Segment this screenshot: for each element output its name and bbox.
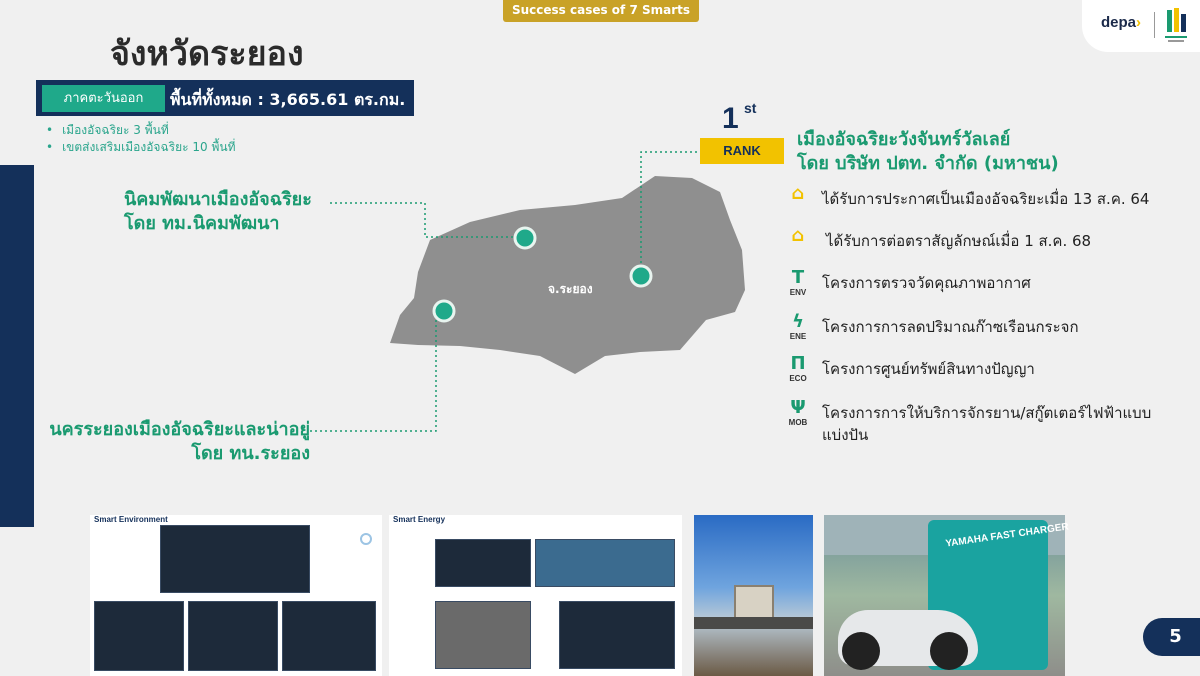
mob-icon: Ψ MOB: [788, 397, 808, 428]
city-line: โดย บริษัท ปตท. จำกัด (มหาชน): [797, 153, 1059, 174]
item-row: Ψ MOB โครงการการให้บริการจักรยาน/สกู๊ตเตอ…: [786, 398, 1176, 446]
city-line: เมืองอัจฉริยะวังจันทร์วัลเลย์: [797, 129, 1011, 150]
callout-line: โดย ทม.นิคมพัฒนา: [124, 213, 280, 234]
callout-rayong-city: นครระยองเมืองอัจฉริยะและน่าอยู่ โดย ทน.ร…: [42, 418, 310, 466]
item-row: ⌂ ได้รับการประกาศเป็นเมืองอัจฉริยะเมื่อ …: [786, 184, 1176, 218]
smart-environment-screenshot: Smart Environment: [90, 515, 382, 676]
item-text: ได้รับการต่อตราสัญลักษณ์เมื่อ 1 ส.ค. 68: [826, 232, 1092, 250]
scooter-wheel: [842, 632, 880, 670]
item-text: ได้รับการประกาศเป็นเมืองอัจฉริยะเมื่อ 13…: [822, 190, 1150, 208]
item-text: โครงการการลดปริมาณก๊าซเรือนกระจก: [822, 318, 1079, 336]
province-label: จ.ระยอง: [548, 282, 593, 296]
eco-icon: Π ECO: [789, 353, 807, 384]
callout-line: นครระยองเมืองอัจฉริยะและน่าอยู่: [49, 419, 310, 440]
item-text: โครงการตรวจวัดคุณภาพอากาศ: [822, 274, 1031, 292]
callout-line: นิคมพัฒนาเมืองอัจฉริยะ: [124, 189, 312, 210]
thumb-title: Smart Energy: [393, 515, 446, 524]
rank-number: 1: [722, 102, 739, 135]
ranked-city: เมืองอัจฉริยะวังจันทร์วัลเลย์ โดย บริษัท…: [797, 128, 1059, 176]
thumb-title: Smart Environment: [94, 515, 168, 524]
map-marker: [629, 264, 653, 288]
item-text: โครงการศูนย์ทรัพย์สินทางปัญญา: [822, 360, 1035, 378]
env-icon: T ENV: [789, 267, 807, 298]
scooter-wheel: [930, 632, 968, 670]
callout-nikom: นิคมพัฒนาเมืองอัจฉริยะ โดย ทม.นิคมพัฒนา: [124, 188, 312, 236]
page-number: 5: [1143, 618, 1200, 656]
item-row: ϟ ENE โครงการการลดปริมาณก๊าซเรือนกระจก: [786, 312, 1176, 346]
item-row: ⌂ ได้รับการต่อตราสัญลักษณ์เมื่อ 1 ส.ค. 6…: [786, 226, 1176, 260]
smart-energy-screenshot: Smart Energy: [389, 515, 682, 676]
item-text: โครงการการให้บริการจักรยาน/สกู๊ตเตอร์ไฟฟ…: [822, 404, 1152, 444]
map-marker: [513, 226, 537, 250]
map-marker: [432, 299, 456, 323]
rank-suffix: st: [744, 100, 757, 116]
callout-line: โดย ทน.ระยอง: [191, 443, 310, 464]
rank-badge: RANK: [700, 138, 784, 164]
item-row: T ENV โครงการตรวจวัดคุณภาพอากาศ: [786, 268, 1176, 302]
smart-city-icon: ⌂: [791, 183, 805, 204]
ene-icon: ϟ ENE: [789, 311, 807, 342]
province-shape: [390, 176, 745, 374]
smart-city-icon: ⌂: [791, 225, 805, 246]
air-monitor-photo: [694, 515, 813, 676]
item-row: Π ECO โครงการศูนย์ทรัพย์สินทางปัญญา: [786, 354, 1176, 388]
